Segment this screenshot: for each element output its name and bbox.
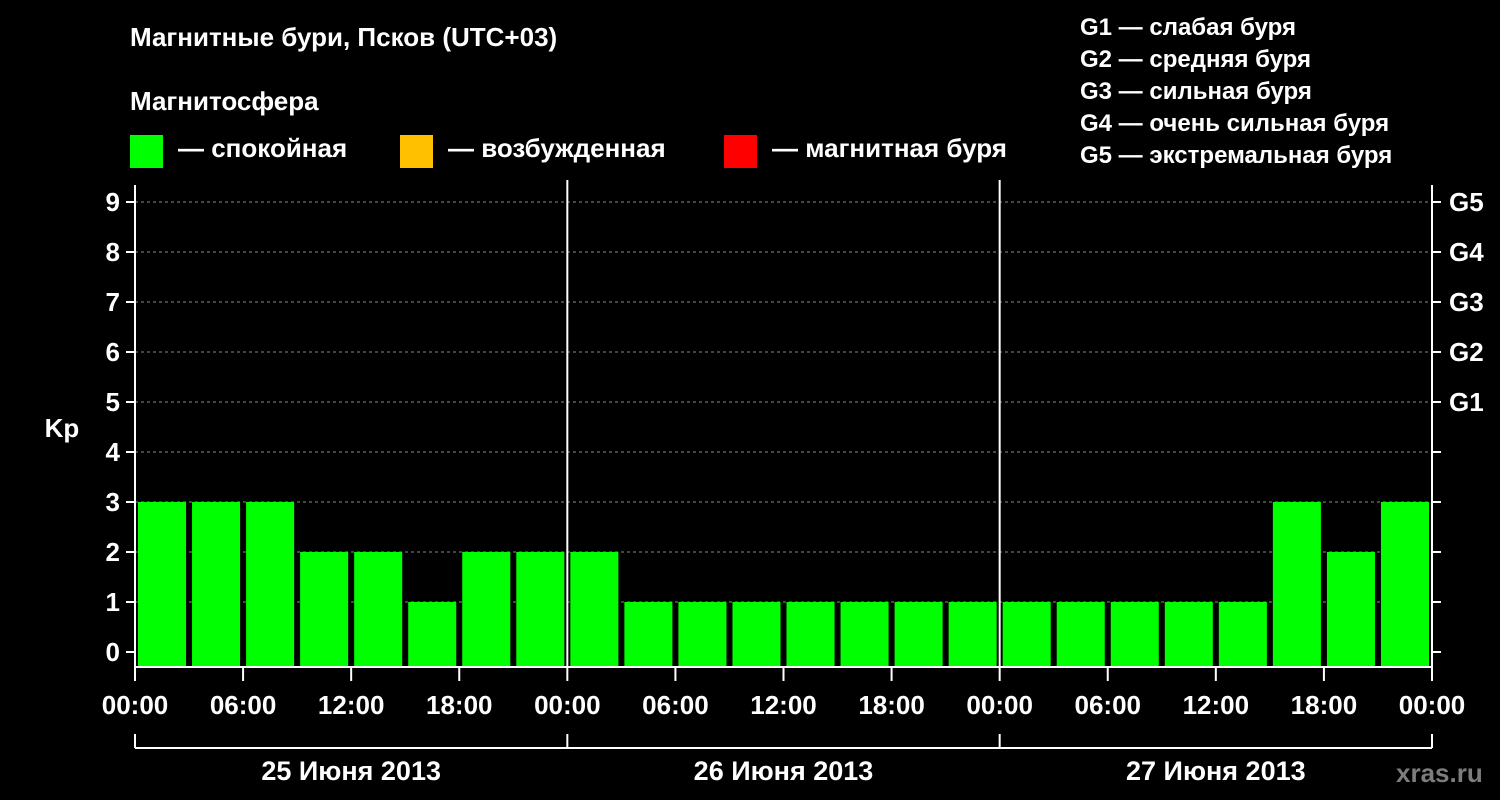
right-tick-label-g2: G2 [1449,337,1484,367]
y-tick-label: 0 [106,637,120,667]
bar [408,602,457,667]
y-tick-label: 8 [106,237,120,267]
x-tick-label: 12:00 [318,690,385,720]
day-label: 25 Июня 2013 [261,756,441,786]
y-tick-label: 1 [106,587,120,617]
bar [1110,602,1159,667]
bar [516,552,565,667]
bar [786,602,835,667]
bar [570,552,619,667]
x-tick-label: 18:00 [426,690,493,720]
bar [948,602,997,667]
bar [300,552,349,667]
y-tick-label: 3 [106,487,120,517]
bar [732,602,781,667]
bar [462,552,511,667]
bar [1380,502,1429,667]
x-tick-label: 00:00 [534,690,601,720]
x-tick-label: 12:00 [750,690,817,720]
bar [1002,602,1051,667]
bar [138,502,187,667]
right-tick-label-g1: G1 [1449,387,1484,417]
x-tick-label: 06:00 [210,690,277,720]
x-tick-label: 00:00 [1399,690,1466,720]
bar [1326,552,1375,667]
bar [624,602,673,667]
y-tick-label: 9 [106,187,120,217]
y-tick-label: 4 [106,437,121,467]
bar [894,602,943,667]
right-tick-label-g5: G5 [1449,187,1484,217]
x-tick-label: 18:00 [1291,690,1358,720]
bar [354,552,403,667]
x-tick-label: 00:00 [966,690,1033,720]
bar [1164,602,1213,667]
x-tick-label: 06:00 [1075,690,1142,720]
right-tick-label-g3: G3 [1449,287,1484,317]
watermark: xras.ru [1396,758,1483,788]
y-tick-label: 2 [106,537,120,567]
x-tick-label: 12:00 [1183,690,1250,720]
bar [840,602,889,667]
y-tick-label: 7 [106,287,120,317]
x-tick-label: 06:00 [642,690,709,720]
day-label: 27 Июня 2013 [1126,756,1306,786]
y-axis-label: Kp [45,413,80,443]
bar [1056,602,1105,667]
right-tick-label-g4: G4 [1449,237,1484,267]
x-tick-label: 18:00 [858,690,925,720]
bar [246,502,295,667]
x-tick-label: 00:00 [102,690,169,720]
bar [192,502,241,667]
bar [1218,602,1267,667]
day-label: 26 Июня 2013 [694,756,874,786]
y-tick-label: 5 [106,387,120,417]
bar [1272,502,1321,667]
y-tick-label: 6 [106,337,120,367]
kp-bar-chart: 0 1 2 3 4 5 6 7 8 9 G1 G2 G3 G4 G5 Kp 00:00 06:00 12:00 18:… [45,180,1484,786]
bar [678,602,727,667]
